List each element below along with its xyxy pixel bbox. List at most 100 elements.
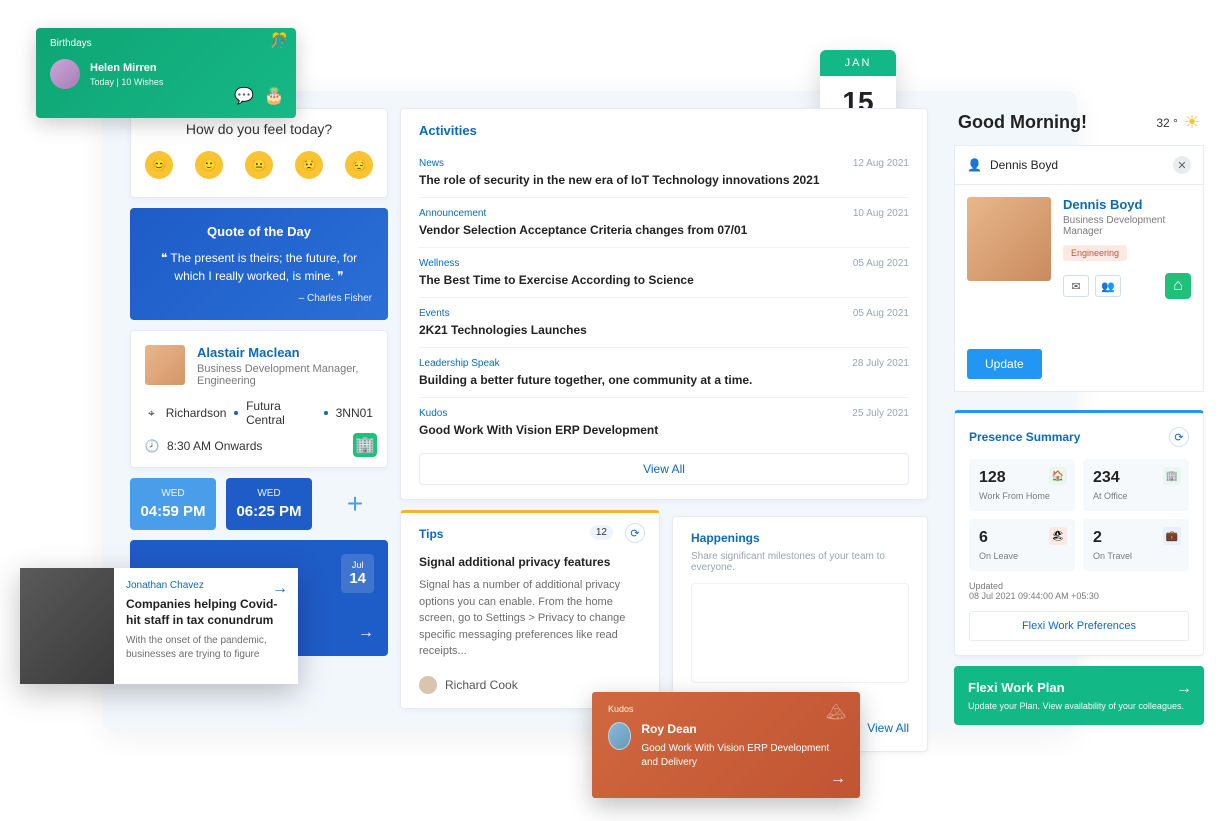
birthday-name: Helen Mirren: [90, 62, 163, 74]
news-desc: With the onset of the pandemic, business…: [126, 634, 284, 662]
cake-icon[interactable]: 🎂: [264, 86, 284, 106]
refresh-icon[interactable]: ⟳: [625, 523, 645, 543]
news-author: Jonathan Chavez: [126, 580, 284, 591]
teams-icon[interactable]: 👥: [1095, 275, 1121, 297]
tips-body: Signal has a number of additional privac…: [419, 577, 641, 660]
activity-item[interactable]: AnnouncementVendor Selection Acceptance …: [419, 198, 909, 248]
profile-role: Business Development Manager: [1063, 215, 1191, 237]
presence-heading: Presence Summary: [969, 430, 1080, 444]
activity-category: News: [419, 158, 820, 169]
quote-card: Quote of the Day ❝ The present is theirs…: [130, 208, 388, 320]
arrow-icon[interactable]: →: [830, 770, 846, 788]
mood-heading: How do you feel today?: [131, 121, 387, 137]
presence-stat[interactable]: 128Work From Home🏠: [969, 459, 1075, 511]
arrow-icon: →: [1176, 680, 1192, 698]
greeting-bar: Good Morning! 32 °☀: [954, 108, 1204, 145]
avatar: [419, 676, 437, 694]
quote-heading: Quote of the Day: [146, 224, 372, 239]
activity-title: The role of security in the new era of I…: [419, 173, 820, 187]
activity-item[interactable]: News The role of security in the new era …: [419, 148, 909, 198]
mail-icon[interactable]: ✉: [1063, 275, 1089, 297]
kudos-desc: Good Work With Vision ERP Development an…: [641, 742, 844, 770]
happenings-sub: Share significant milestones of your tea…: [691, 551, 909, 573]
chat-icon[interactable]: 💬: [234, 86, 254, 106]
time-card-2[interactable]: WED 06:25 PM: [226, 478, 312, 530]
update-button[interactable]: Update: [967, 349, 1042, 379]
avatar: [608, 722, 631, 750]
news-popup[interactable]: Jonathan Chavez Companies helping Covid-…: [20, 568, 298, 684]
presence-stat[interactable]: 6On Leave🏖: [969, 519, 1075, 571]
kudos-heading: Kudos: [608, 704, 844, 714]
add-time-button[interactable]: +: [322, 478, 388, 530]
flexi-plan-heading: Flexi Work Plan: [968, 680, 1190, 695]
stat-icon: 🏢: [1163, 467, 1181, 485]
person-name[interactable]: Alastair Maclean: [197, 345, 373, 360]
arrow-icon[interactable]: →: [272, 580, 288, 598]
mood-sad-icon[interactable]: 😔: [345, 151, 373, 179]
activity-category: Events: [419, 308, 587, 319]
happenings-heading: Happenings: [691, 531, 909, 545]
avatar: [20, 568, 114, 684]
kudos-name: Roy Dean: [641, 722, 844, 736]
time-card-1[interactable]: WED 04:59 PM: [130, 478, 216, 530]
avatar: [967, 197, 1051, 281]
activity-date: 05 Aug 2021: [853, 258, 909, 287]
happenings-view-all[interactable]: View All: [867, 721, 909, 735]
tips-card: Tips 12 ⟳ Signal additional privacy feat…: [400, 510, 660, 709]
refresh-icon[interactable]: ⟳: [1169, 427, 1189, 447]
activity-date: 05 Aug 2021: [853, 308, 909, 337]
activity-title: Building a better future together, one c…: [419, 373, 752, 387]
presence-stat[interactable]: 2On Travel💼: [1083, 519, 1189, 571]
mood-card: How do you feel today? 😊 🙂 😐 😟 😔: [130, 108, 388, 198]
mood-worried-icon[interactable]: 😟: [295, 151, 323, 179]
news-title: Companies helping Covid-hit staff in tax…: [126, 597, 284, 628]
stat-icon: 🏖: [1049, 527, 1067, 545]
mood-neutral-icon[interactable]: 😐: [245, 151, 273, 179]
profile-card: Dennis Boyd Business Development Manager…: [954, 184, 1204, 392]
close-icon[interactable]: ✕: [1173, 156, 1191, 174]
activity-category: Kudos: [419, 408, 658, 419]
happenings-input[interactable]: [691, 583, 909, 683]
view-all-button[interactable]: View All: [419, 453, 909, 485]
mood-happy-icon[interactable]: 😊: [145, 151, 173, 179]
presence-stat[interactable]: 234At Office🏢: [1083, 459, 1189, 511]
profile-name[interactable]: Dennis Boyd: [1063, 197, 1191, 212]
time-cards: WED 04:59 PM WED 06:25 PM +: [130, 478, 388, 530]
calendar-month: JAN: [820, 50, 896, 76]
person-time: 8:30 AM Onwards: [167, 439, 262, 453]
activity-title: Good Work With Vision ERP Development: [419, 423, 658, 437]
flexi-plan-sub: Update your Plan. View availability of y…: [968, 701, 1190, 711]
arrow-icon[interactable]: →: [358, 624, 374, 642]
stat-icon: 💼: [1163, 527, 1181, 545]
temperature: 32 °: [1156, 116, 1177, 130]
kudos-card[interactable]: Kudos 🏔 Roy Dean Good Work With Vision E…: [592, 692, 860, 798]
user-search-icon[interactable]: 👤: [967, 158, 982, 172]
tips-subtitle: Signal additional privacy features: [419, 555, 641, 569]
activity-item[interactable]: WellnessThe Best Time to Exercise Accord…: [419, 248, 909, 298]
mountain-icon: 🏔: [826, 702, 846, 722]
clock-icon: 🕗: [145, 439, 159, 453]
flexi-preferences-link[interactable]: Flexi Work Preferences: [969, 611, 1189, 641]
activity-date: 12 Aug 2021: [853, 158, 909, 187]
mood-smile-icon[interactable]: 🙂: [195, 151, 223, 179]
quote-author: – Charles Fisher: [146, 293, 372, 304]
activity-item[interactable]: Kudos Good Work With Vision ERP Developme…: [419, 398, 909, 447]
home-icon[interactable]: ⌂: [1165, 273, 1191, 299]
meeting-date: Jul 14: [341, 554, 374, 593]
location-icon: ⌖: [145, 406, 158, 420]
profile-tag: Engineering: [1063, 245, 1127, 261]
person-card: Alastair Maclean Business Development Ma…: [130, 330, 388, 468]
birthday-card[interactable]: Birthdays 🎊 Helen Mirren Today | 10 Wish…: [36, 28, 296, 118]
activity-item[interactable]: Events2K21 Technologies Launches05 Aug 2…: [419, 298, 909, 348]
activity-title: Vendor Selection Acceptance Criteria cha…: [419, 223, 747, 237]
flexi-plan-card[interactable]: Flexi Work Plan Update your Plan. View a…: [954, 666, 1204, 725]
activity-date: 25 July 2021: [852, 408, 909, 437]
greeting-text: Good Morning!: [958, 112, 1087, 133]
activity-date: 10 Aug 2021: [853, 208, 909, 237]
birthday-heading: Birthdays: [50, 38, 282, 49]
quote-body: ❝ The present is theirs; the future, for…: [146, 249, 372, 285]
building-icon[interactable]: 🏢: [353, 433, 377, 457]
confetti-icon: 🎊: [271, 32, 288, 49]
activity-item[interactable]: Leadership SpeakBuilding a better future…: [419, 348, 909, 398]
avatar: [50, 59, 80, 89]
